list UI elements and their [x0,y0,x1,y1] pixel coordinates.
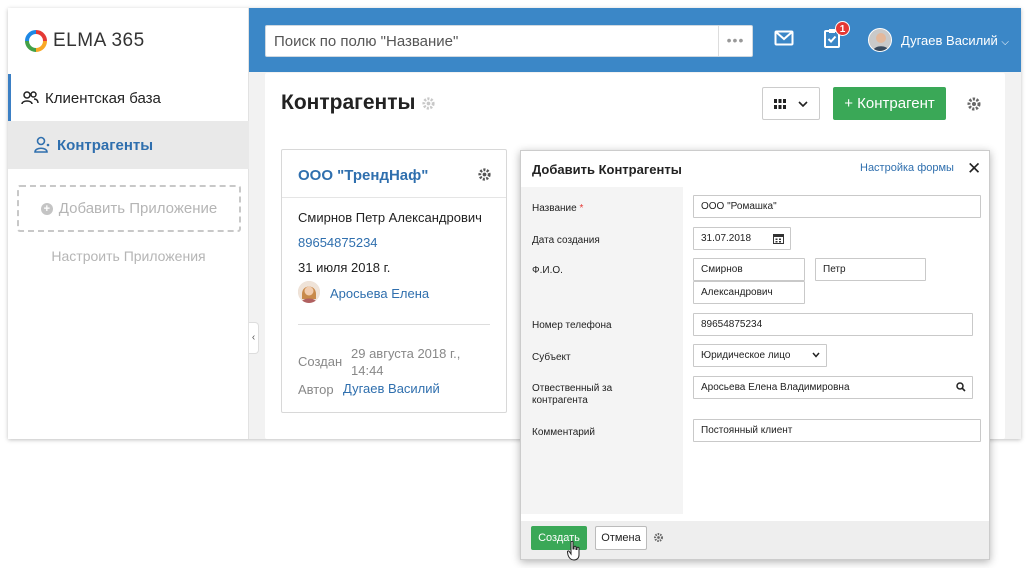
created-value: 29 августа 2018 г., [351,346,461,361]
sidebar-item-client-base[interactable]: Клиентская база [8,74,249,122]
first-name-field[interactable]: Петр [815,258,926,281]
responsible-field[interactable]: Аросьева Елена Владимировна [693,376,973,399]
user-icon [34,136,50,153]
responsible-label: Отвественный за контрагента [532,383,613,406]
close-icon[interactable]: ✕ [967,160,981,177]
dialog-footer: Создать Отмена [521,521,989,559]
search-box: ••• [265,25,753,57]
add-counterparty-button[interactable]: + Контрагент [833,87,946,120]
logo-text: ELMA 365 [53,30,145,51]
cancel-button[interactable]: Отмена [595,526,647,550]
gear-icon[interactable] [653,532,664,543]
sidebar-item-label: Клиентская база [45,89,161,107]
gear-icon[interactable] [421,96,436,111]
created-date-field[interactable]: 31.07.2018 [693,227,791,250]
page-title: Контрагенты [281,91,436,115]
user-photo-icon [869,29,891,51]
mail-icon[interactable] [774,30,794,46]
collapse-sidebar-icon[interactable]: ‹ [249,322,259,354]
dialog-title: Добавить Контрагенты [532,162,682,177]
logo[interactable]: ELMA 365 [25,30,145,52]
card-person: Смирнов Петр Александрович [298,210,482,225]
fio-label: Ф.И.О. [532,265,563,276]
grid-view-icon [774,98,786,109]
sidebar-item-label: Контрагенты [57,136,154,154]
user-menu[interactable]: Дугаев Василий ⌵ [901,33,1009,48]
sidebar: ELMA 365 Клиентская база Контрагенты + Д… [8,8,249,439]
last-name-field[interactable]: Смирнов [693,258,805,281]
divider [298,324,490,325]
phone-label: Номер телефона [532,320,612,331]
calendar-icon[interactable] [773,233,784,244]
chevron-down-icon [798,100,808,107]
phone-field[interactable]: 89654875234 [693,313,973,336]
counterparty-card[interactable]: ООО "ТрендНаф" Смирнов Петр Александрови… [281,149,507,413]
sidebar-item-counterparties[interactable]: Контрагенты [8,121,249,169]
avatar [298,281,320,303]
top-bar: ••• 1 Дугаев Василий ⌵ [249,8,1021,72]
divider [282,197,506,198]
created-time: 14:44 [351,363,384,378]
add-app-button[interactable]: + Добавить Приложение [17,185,241,232]
chevron-down-icon [812,352,820,358]
user-photo-icon [298,281,320,303]
search-options-button[interactable]: ••• [718,26,752,56]
comment-label: Комментарий [532,427,595,438]
users-icon [21,91,39,105]
tasks-badge: 1 [835,21,850,36]
gear-icon[interactable] [477,167,492,182]
author-value[interactable]: Дугаев Василий [343,381,440,396]
plus-icon: + [40,202,53,215]
view-mode-button[interactable] [762,87,820,120]
middle-name-field[interactable]: Александрович [693,281,805,304]
search-input[interactable] [266,26,718,56]
name-label: Название * [532,203,584,214]
name-field[interactable]: ООО "Ромашка" [693,195,981,218]
add-app-label: Добавить Приложение [58,200,218,217]
elma-logo-icon [25,30,47,52]
card-date: 31 июля 2018 г. [298,260,391,275]
created-date-label: Дата создания [532,235,600,246]
card-title[interactable]: ООО "ТрендНаф" [298,167,428,184]
hand-cursor-icon [567,541,580,561]
author-label: Автор [298,382,334,397]
avatar[interactable] [868,28,892,52]
search-icon[interactable] [956,382,966,392]
chevron-down-icon: ⌵ [1001,37,1010,48]
subject-select[interactable]: Юридическое лицо [693,344,827,367]
card-responsible[interactable]: Аросьева Елена [330,286,429,301]
add-counterparty-dialog: Добавить Контрагенты Настройка формы ✕ Н… [520,150,990,560]
form-settings-link[interactable]: Настройка формы [860,162,954,174]
configure-apps-link[interactable]: Настроить Приложения [8,248,249,264]
subject-label: Субъект [532,352,571,363]
comment-field[interactable]: Постоянный клиент [693,419,981,442]
created-label: Создан [298,354,343,369]
gear-icon[interactable] [966,96,982,112]
card-phone[interactable]: 89654875234 [298,235,378,250]
